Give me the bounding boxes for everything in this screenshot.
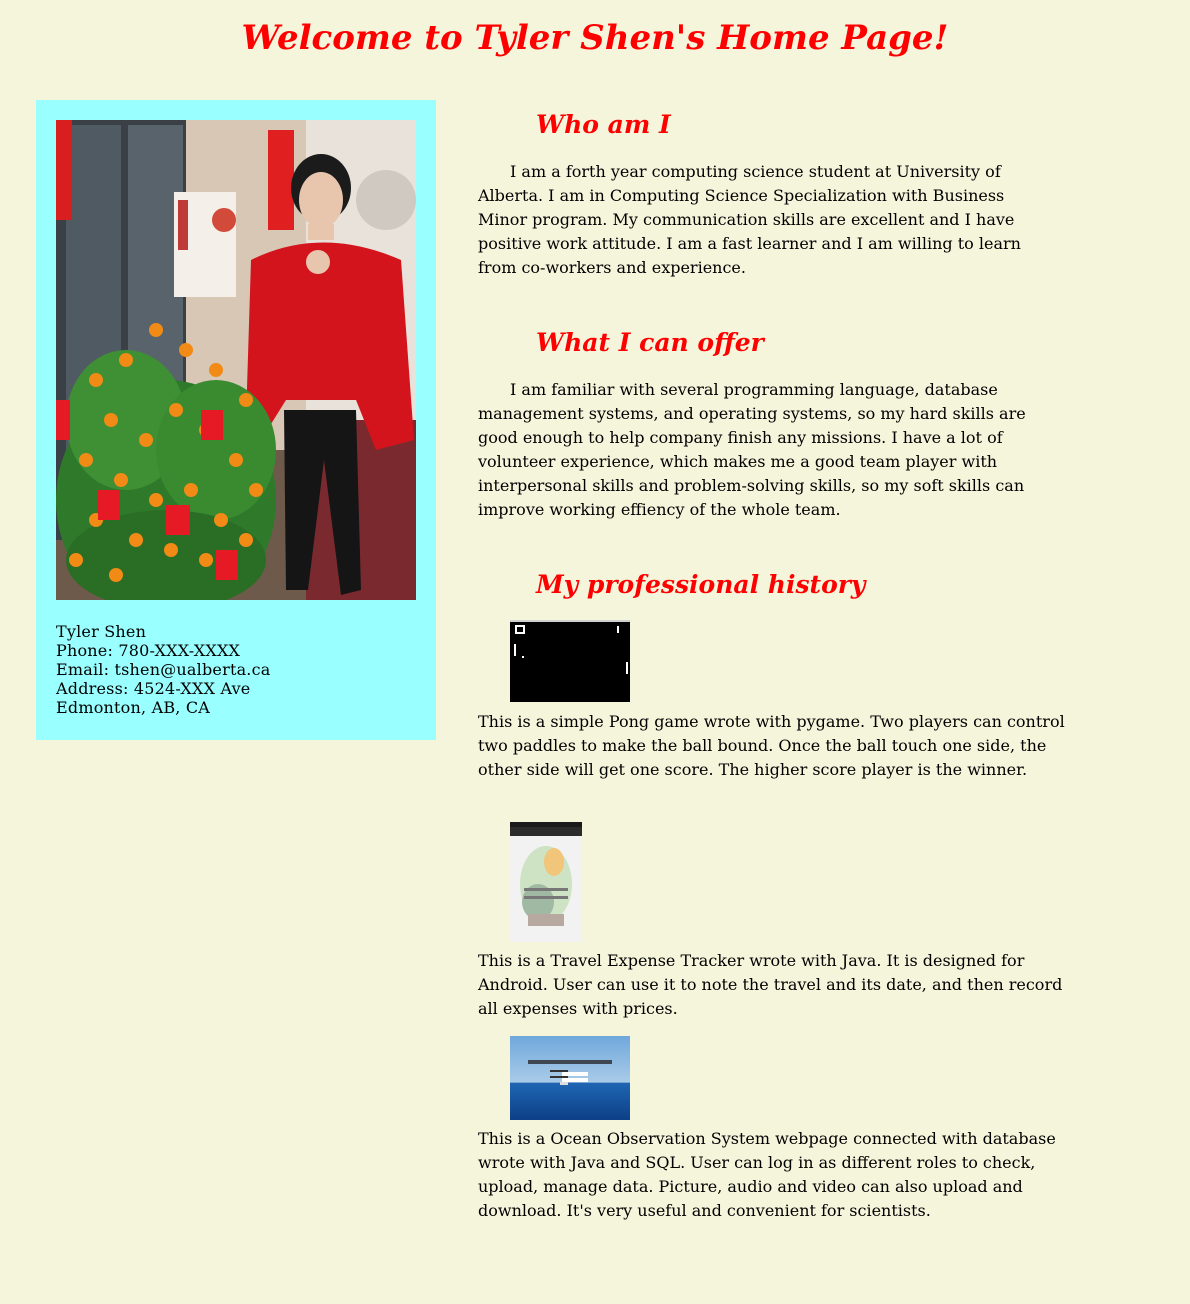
contact-email: Email: tshen@ualberta.ca — [56, 660, 271, 679]
contact-name: Tyler Shen — [56, 622, 147, 641]
contact-city: Edmonton, AB, CA — [56, 698, 211, 717]
project-description-pong: This is a simple Pong game wrote with py… — [478, 712, 1065, 779]
contact-info: Tyler Shen Phone: 780-XXX-XXXX Email: ts… — [56, 622, 271, 717]
profile-card: Tyler Shen Phone: 780-XXX-XXXX Email: ts… — [36, 100, 436, 740]
section-heading-offer: What I can offer — [536, 328, 764, 357]
contact-address: Address: 4524-XXX Ave — [56, 679, 251, 698]
project-description-travel-tracker: This is a Travel Expense Tracker wrote w… — [478, 951, 1063, 1018]
who-text: I am a forth year computing science stud… — [478, 162, 1021, 277]
offer-text: I am familiar with several programming l… — [478, 380, 1026, 519]
section-heading-history: My professional history — [536, 570, 866, 599]
page-title: Welcome to Tyler Shen's Home Page! — [241, 18, 949, 58]
section-heading-who: Who am I — [536, 110, 671, 139]
project-image-pong — [510, 620, 630, 702]
project-image-travel-tracker — [510, 822, 582, 942]
project-description-ocean-observation: This is a Ocean Observation System webpa… — [478, 1129, 1056, 1220]
profile-photo — [56, 120, 416, 600]
contact-phone: Phone: 780-XXX-XXXX — [56, 641, 241, 660]
project-image-ocean-observation — [510, 1036, 630, 1120]
